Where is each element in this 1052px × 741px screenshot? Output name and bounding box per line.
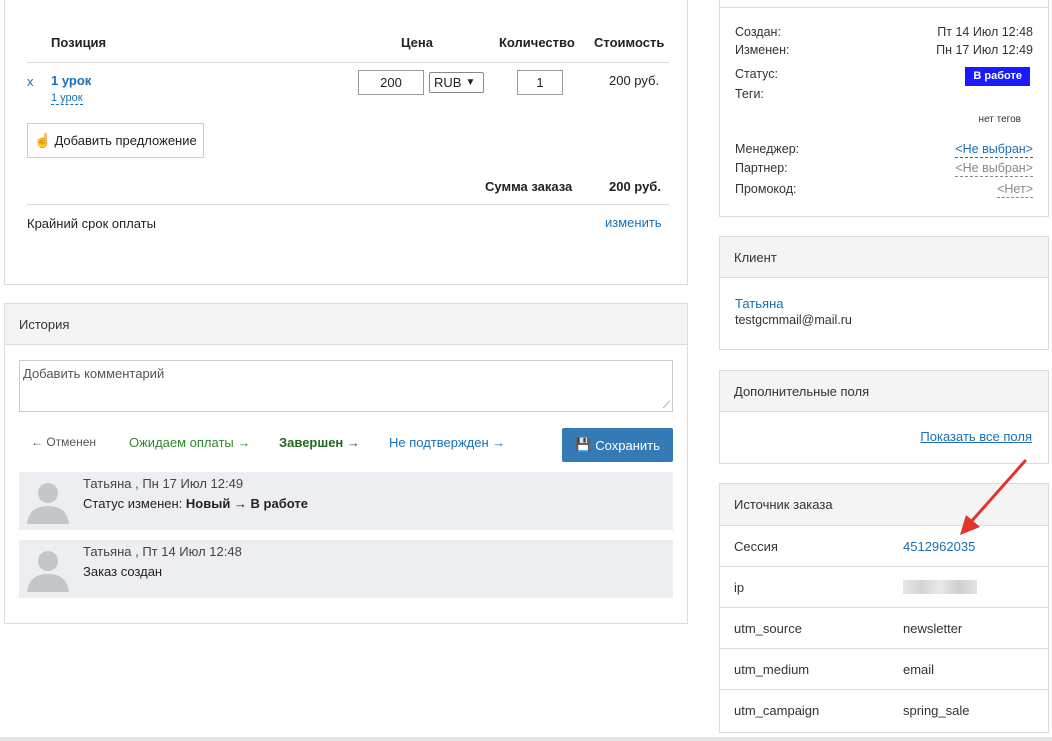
- history-item: Татьяна , Пн 17 Июл 12:49 Статус изменен…: [19, 472, 673, 530]
- manager-label: Менеджер:: [735, 142, 800, 156]
- ip-value-redacted: [903, 580, 977, 594]
- client-title: Клиент: [734, 249, 777, 265]
- history-item-status: Новый → В работе: [185, 496, 308, 511]
- promo-select-link[interactable]: <Нет>: [997, 182, 1033, 198]
- tags-value-row: нет тегов: [735, 112, 1033, 127]
- save-button[interactable]: 💾 Сохранить: [562, 428, 673, 462]
- tags-label: Теги:: [735, 87, 764, 101]
- item-name-link[interactable]: 1 урок: [51, 73, 91, 88]
- total-value: 200 руб.: [609, 179, 661, 194]
- created-row: Создан: Пт 14 Июл 12:48: [735, 25, 1033, 40]
- floppy-disk-icon: 💾: [575, 437, 592, 452]
- price-input[interactable]: 200: [358, 70, 424, 95]
- total-label: Сумма заказа: [485, 179, 573, 194]
- add-offer-button[interactable]: ☝ Добавить предложение: [27, 123, 204, 158]
- hand-pointer-icon: ☝: [34, 132, 52, 148]
- bottom-scroll-strip: [0, 737, 1052, 741]
- status-awaiting-link[interactable]: Ожидаем оплаты →: [129, 435, 250, 450]
- created-label: Создан:: [735, 25, 781, 39]
- partner-label: Партнер:: [735, 161, 788, 175]
- header-quantity: Количество: [499, 35, 575, 50]
- modified-label: Изменен:: [735, 43, 790, 57]
- client-panel: Клиент Татьяна testgcmmail@mail.ru: [719, 236, 1049, 350]
- item-cost: 200 руб.: [609, 73, 660, 88]
- modified-value: Пн 17 Июл 12:49: [936, 43, 1033, 57]
- comment-textarea[interactable]: Добавить комментарий ⟋: [19, 360, 673, 412]
- history-item-text: Статус изменен: Новый → В работе: [83, 496, 308, 511]
- tags-row: Теги:: [735, 87, 1033, 102]
- header-cost: Стоимость: [594, 35, 665, 50]
- item-sub-link[interactable]: 1 урок: [51, 92, 83, 105]
- history-header: История: [5, 304, 687, 345]
- status-badge[interactable]: В работе: [965, 67, 1030, 86]
- history-item-prefix: Статус изменен:: [83, 496, 186, 511]
- history-item: Татьяна , Пт 14 Июл 12:48 Заказ создан: [19, 540, 673, 598]
- currency-select[interactable]: RUB ▼: [429, 72, 484, 93]
- remove-item-button[interactable]: x: [27, 74, 34, 89]
- created-value: Пт 14 Июл 12:48: [937, 25, 1033, 39]
- divider: [27, 62, 669, 63]
- header-position: Позиция: [51, 35, 107, 50]
- chevron-down-icon: ▼: [465, 77, 476, 88]
- manager-row: Менеджер: <Не выбран>: [735, 142, 1033, 158]
- avatar-icon: [27, 551, 69, 592]
- client-name-link[interactable]: Татьяна: [735, 296, 783, 311]
- source-key: utm_source: [734, 620, 802, 636]
- extra-fields-panel: Дополнительные поля Показать все поля: [719, 370, 1049, 464]
- order-panel: Позиция Цена Количество Стоимость x 1 ур…: [4, 0, 688, 285]
- history-item-meta: Татьяна , Пн 17 Июл 12:49: [83, 476, 244, 491]
- quantity-input[interactable]: 1: [517, 70, 563, 95]
- promo-label: Промокод:: [735, 182, 797, 196]
- annotation-arrow-icon: [960, 459, 1027, 535]
- resize-handle-icon[interactable]: ⟋: [663, 400, 670, 411]
- client-email: testgcmmail@mail.ru: [735, 313, 852, 327]
- status-cancelled-link[interactable]: ← Отменен: [31, 435, 96, 449]
- source-row-utm-medium: utm_medium email: [720, 648, 1048, 689]
- status-completed-link[interactable]: Завершен →: [279, 435, 360, 450]
- source-key: utm_campaign: [734, 702, 820, 718]
- divider: [27, 204, 669, 205]
- client-header: Клиент: [720, 237, 1048, 278]
- order-source-title: Источник заказа: [734, 497, 833, 512]
- save-label: Сохранить: [595, 437, 660, 453]
- header-price: Цена: [401, 35, 433, 50]
- source-row-ip: ip: [720, 566, 1048, 607]
- status-row: Статус: В работе: [735, 67, 1033, 86]
- status-unconfirmed-link[interactable]: Не подтвержден →: [389, 435, 505, 450]
- status-label: Статус:: [735, 67, 778, 81]
- source-key: Сессия: [734, 538, 778, 554]
- manager-select-link[interactable]: <Не выбран>: [955, 142, 1033, 158]
- source-key: utm_medium: [734, 661, 810, 677]
- comment-placeholder: Добавить комментарий: [23, 366, 165, 381]
- extra-fields-title: Дополнительные поля: [734, 383, 870, 399]
- order-info-panel: Создан: Пт 14 Июл 12:48 Изменен: Пн 17 Июл…: [719, 0, 1049, 217]
- source-value: newsletter: [903, 620, 963, 636]
- modified-row: Изменен: Пн 17 Июл 12:49: [735, 43, 1033, 58]
- source-value: email: [903, 661, 935, 677]
- source-row-utm-source: utm_source newsletter: [720, 607, 1048, 648]
- deadline-label: Крайний срок оплаты: [27, 216, 156, 231]
- deadline-edit-link[interactable]: изменить: [605, 215, 662, 230]
- partner-select-link[interactable]: <Не выбран>: [955, 161, 1033, 177]
- history-panel: История Добавить комментарий ⟋ ← Отменен…: [4, 303, 688, 624]
- history-item-text: Заказ создан: [83, 564, 163, 579]
- show-all-fields-link[interactable]: Показать все поля: [920, 429, 1032, 444]
- source-row-utm-campaign: utm_campaign spring_sale: [720, 689, 1048, 730]
- partner-row: Партнер: <Не выбран>: [735, 161, 1033, 177]
- source-value: spring_sale: [903, 702, 970, 718]
- currency-value: RUB: [434, 75, 462, 90]
- avatar-icon: [27, 483, 69, 524]
- divider: [720, 7, 1048, 8]
- history-item-meta: Татьяна , Пт 14 Июл 12:48: [83, 544, 242, 559]
- tags-value[interactable]: нет тегов: [979, 112, 1021, 127]
- history-title: История: [19, 316, 70, 332]
- extra-fields-header: Дополнительные поля: [720, 371, 1048, 412]
- promo-row: Промокод: <Нет>: [735, 182, 1033, 198]
- source-key: ip: [734, 579, 745, 595]
- add-offer-label: Добавить предложение: [54, 133, 197, 148]
